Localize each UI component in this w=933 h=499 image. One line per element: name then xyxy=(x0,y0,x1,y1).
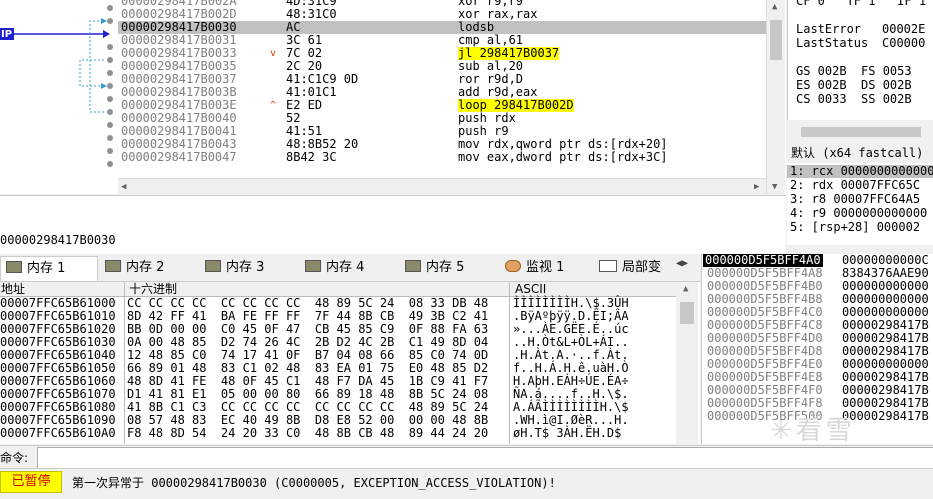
tab-label: 内存 5 xyxy=(426,260,465,275)
argument-row[interactable]: 5: [rsp+28] 000002 xyxy=(790,221,920,234)
watermark-text: 看雪 xyxy=(795,416,856,446)
calling-convention-label[interactable]: 默认 (x64 fastcall) xyxy=(791,147,923,160)
watermark-logo: ✳看雪 xyxy=(770,416,856,446)
flags-row[interactable]: CF 0 TF 1 IF 1 xyxy=(796,0,926,8)
tab-label: 内存 1 xyxy=(27,261,66,276)
paused-badge: 已暂停 xyxy=(0,471,62,493)
tab-scroll-buttons[interactable]: ◀▶ xyxy=(676,258,688,269)
column-header-ascii[interactable]: ASCII xyxy=(515,282,546,296)
disassembly-vertical-scrollbar[interactable]: ▲ ▼ xyxy=(766,0,785,194)
last-error-value[interactable]: 00002E xyxy=(882,23,925,36)
column-header-address[interactable]: 地址 xyxy=(1,282,25,296)
tab-watch[interactable]: 监视 1 xyxy=(500,256,596,280)
argument-row[interactable]: 4: r9 0000000000000 xyxy=(790,207,927,220)
registers-scrollbar[interactable] xyxy=(787,121,933,143)
branch-arrows xyxy=(0,5,113,167)
argument-row[interactable]: 1: rcx 0000000000000 xyxy=(787,165,933,178)
memory-icon xyxy=(6,261,22,273)
status-message: 第一次异常于 00000298417B0030 (C0000005, EXCEP… xyxy=(72,476,556,490)
dump-header: 地址 十六进制 ASCII xyxy=(0,282,676,297)
scroll-up-icon[interactable]: ▲ xyxy=(772,2,777,12)
argument-row[interactable]: 2: rdx 00007FFC65C xyxy=(790,179,920,192)
dump-vertical-scrollbar[interactable]: ▲ xyxy=(676,282,698,444)
disassembly-horizontal-scrollbar[interactable]: ◀ ▶ xyxy=(118,178,766,195)
tab-memory[interactable]: 内存 4 xyxy=(300,256,396,280)
instruction-text[interactable]: mov eax,dword ptr ds:[rdx+3C] xyxy=(458,151,668,164)
instruction-bytes[interactable]: 8B42 3C xyxy=(286,151,337,164)
argument-row[interactable]: 3: r8 00007FFC64A5 xyxy=(790,193,920,206)
branch-gutter: IP xyxy=(0,0,117,194)
last-error-label: LastError xyxy=(796,22,862,36)
disassembly-row[interactable]: 00000298417B0047 8B42 3C mov eax,dword ptr… xyxy=(118,151,766,164)
scroll-thumb[interactable] xyxy=(801,127,921,137)
locals-icon xyxy=(599,260,617,272)
disassembly-list[interactable]: 00000298417B002A 4D:31C9 xor r9,r9 00000298… xyxy=(118,0,766,178)
tab-scroll-right-icon[interactable]: ▶ xyxy=(682,258,688,269)
info-address: 00000298417B0030 xyxy=(0,233,116,247)
memory-dump-pane[interactable]: 地址 十六进制 ASCII 00007FFC65B61000 CC CC CC C… xyxy=(0,282,700,444)
calling-convention-selector[interactable]: 默认 (x64 fastcall) xyxy=(787,145,933,163)
tab-locals[interactable]: 局部变 xyxy=(594,256,676,280)
scroll-down-icon[interactable]: ▼ xyxy=(772,182,777,192)
column-header-hex[interactable]: 十六进制 xyxy=(129,282,177,296)
scroll-left-icon[interactable]: ◀ xyxy=(121,182,126,192)
tab-label: 局部变 xyxy=(622,260,662,275)
segment-row[interactable]: ES 002B DS 002B xyxy=(796,79,912,92)
dump-tab-bar: 内存 1 内存 2 内存 3 内存 4 内存 5 监视 1 局部变 ◀▶ xyxy=(0,254,700,282)
registers-pane[interactable]: CF 0 TF 1 IF 1 LastError 00002E LastStat… xyxy=(787,0,933,120)
instruction-address[interactable]: 00000298417B0047 xyxy=(121,151,237,164)
scroll-right-icon[interactable]: ▶ xyxy=(754,182,759,192)
memory-icon xyxy=(105,260,121,272)
command-label: 命令: xyxy=(0,451,29,465)
scroll-up-icon[interactable]: ▲ xyxy=(683,284,688,294)
jump-direction-icon: v xyxy=(270,48,277,59)
tab-memory[interactable]: 内存 1 xyxy=(0,256,98,281)
tab-label: 内存 2 xyxy=(126,260,165,275)
last-status-label: LastStatus xyxy=(796,36,869,50)
status-bar: 已暂停 第一次异常于 00000298417B0030 (C0000005, E… xyxy=(0,468,933,499)
dump-hex-bytes[interactable]: F8 48 8D 54 24 20 33 C0 48 8B CB 48 89 4… xyxy=(127,427,488,440)
disassembly-pane[interactable]: IP 00000298417B002A 4D:31C9 xor r9,r9 00000… xyxy=(0,0,786,195)
scroll-thumb[interactable] xyxy=(680,302,694,324)
dump-ascii[interactable]: øH.T$ 3ÀH.ËH.D$ xyxy=(513,427,629,440)
watch-icon xyxy=(505,260,521,272)
ip-marker: IP xyxy=(1,29,13,40)
command-bar: 命令: xyxy=(0,445,933,469)
tab-memory[interactable]: 内存 2 xyxy=(100,256,196,280)
segment-row[interactable]: GS 002B FS 0053 xyxy=(796,65,912,78)
tab-label: 内存 3 xyxy=(226,260,265,275)
memory-icon xyxy=(205,260,221,272)
jump-direction-icon: ^ xyxy=(270,100,277,111)
tab-memory[interactable]: 内存 3 xyxy=(200,256,296,280)
last-status-value[interactable]: C00000 xyxy=(882,37,925,50)
dump-row[interactable]: 00007FFC65B610A0 F8 48 8D 54 24 20 33 C0 … xyxy=(0,427,676,440)
tab-memory[interactable]: 内存 5 xyxy=(400,256,496,280)
command-input[interactable] xyxy=(37,447,933,469)
dump-address[interactable]: 00007FFC65B610A0 xyxy=(0,427,116,440)
arguments-pane[interactable]: 1: rcx 0000000000000 2: rdx 00007FFC65C … xyxy=(787,163,933,245)
segment-row[interactable]: CS 0033 SS 002B xyxy=(796,93,912,106)
memory-icon xyxy=(405,260,421,272)
tab-label: 内存 4 xyxy=(326,260,365,275)
info-pane[interactable]: 00000298417B0030 xyxy=(0,195,786,254)
tab-label: 监视 1 xyxy=(526,260,565,275)
memory-icon xyxy=(305,260,321,272)
scroll-thumb[interactable] xyxy=(770,20,782,60)
